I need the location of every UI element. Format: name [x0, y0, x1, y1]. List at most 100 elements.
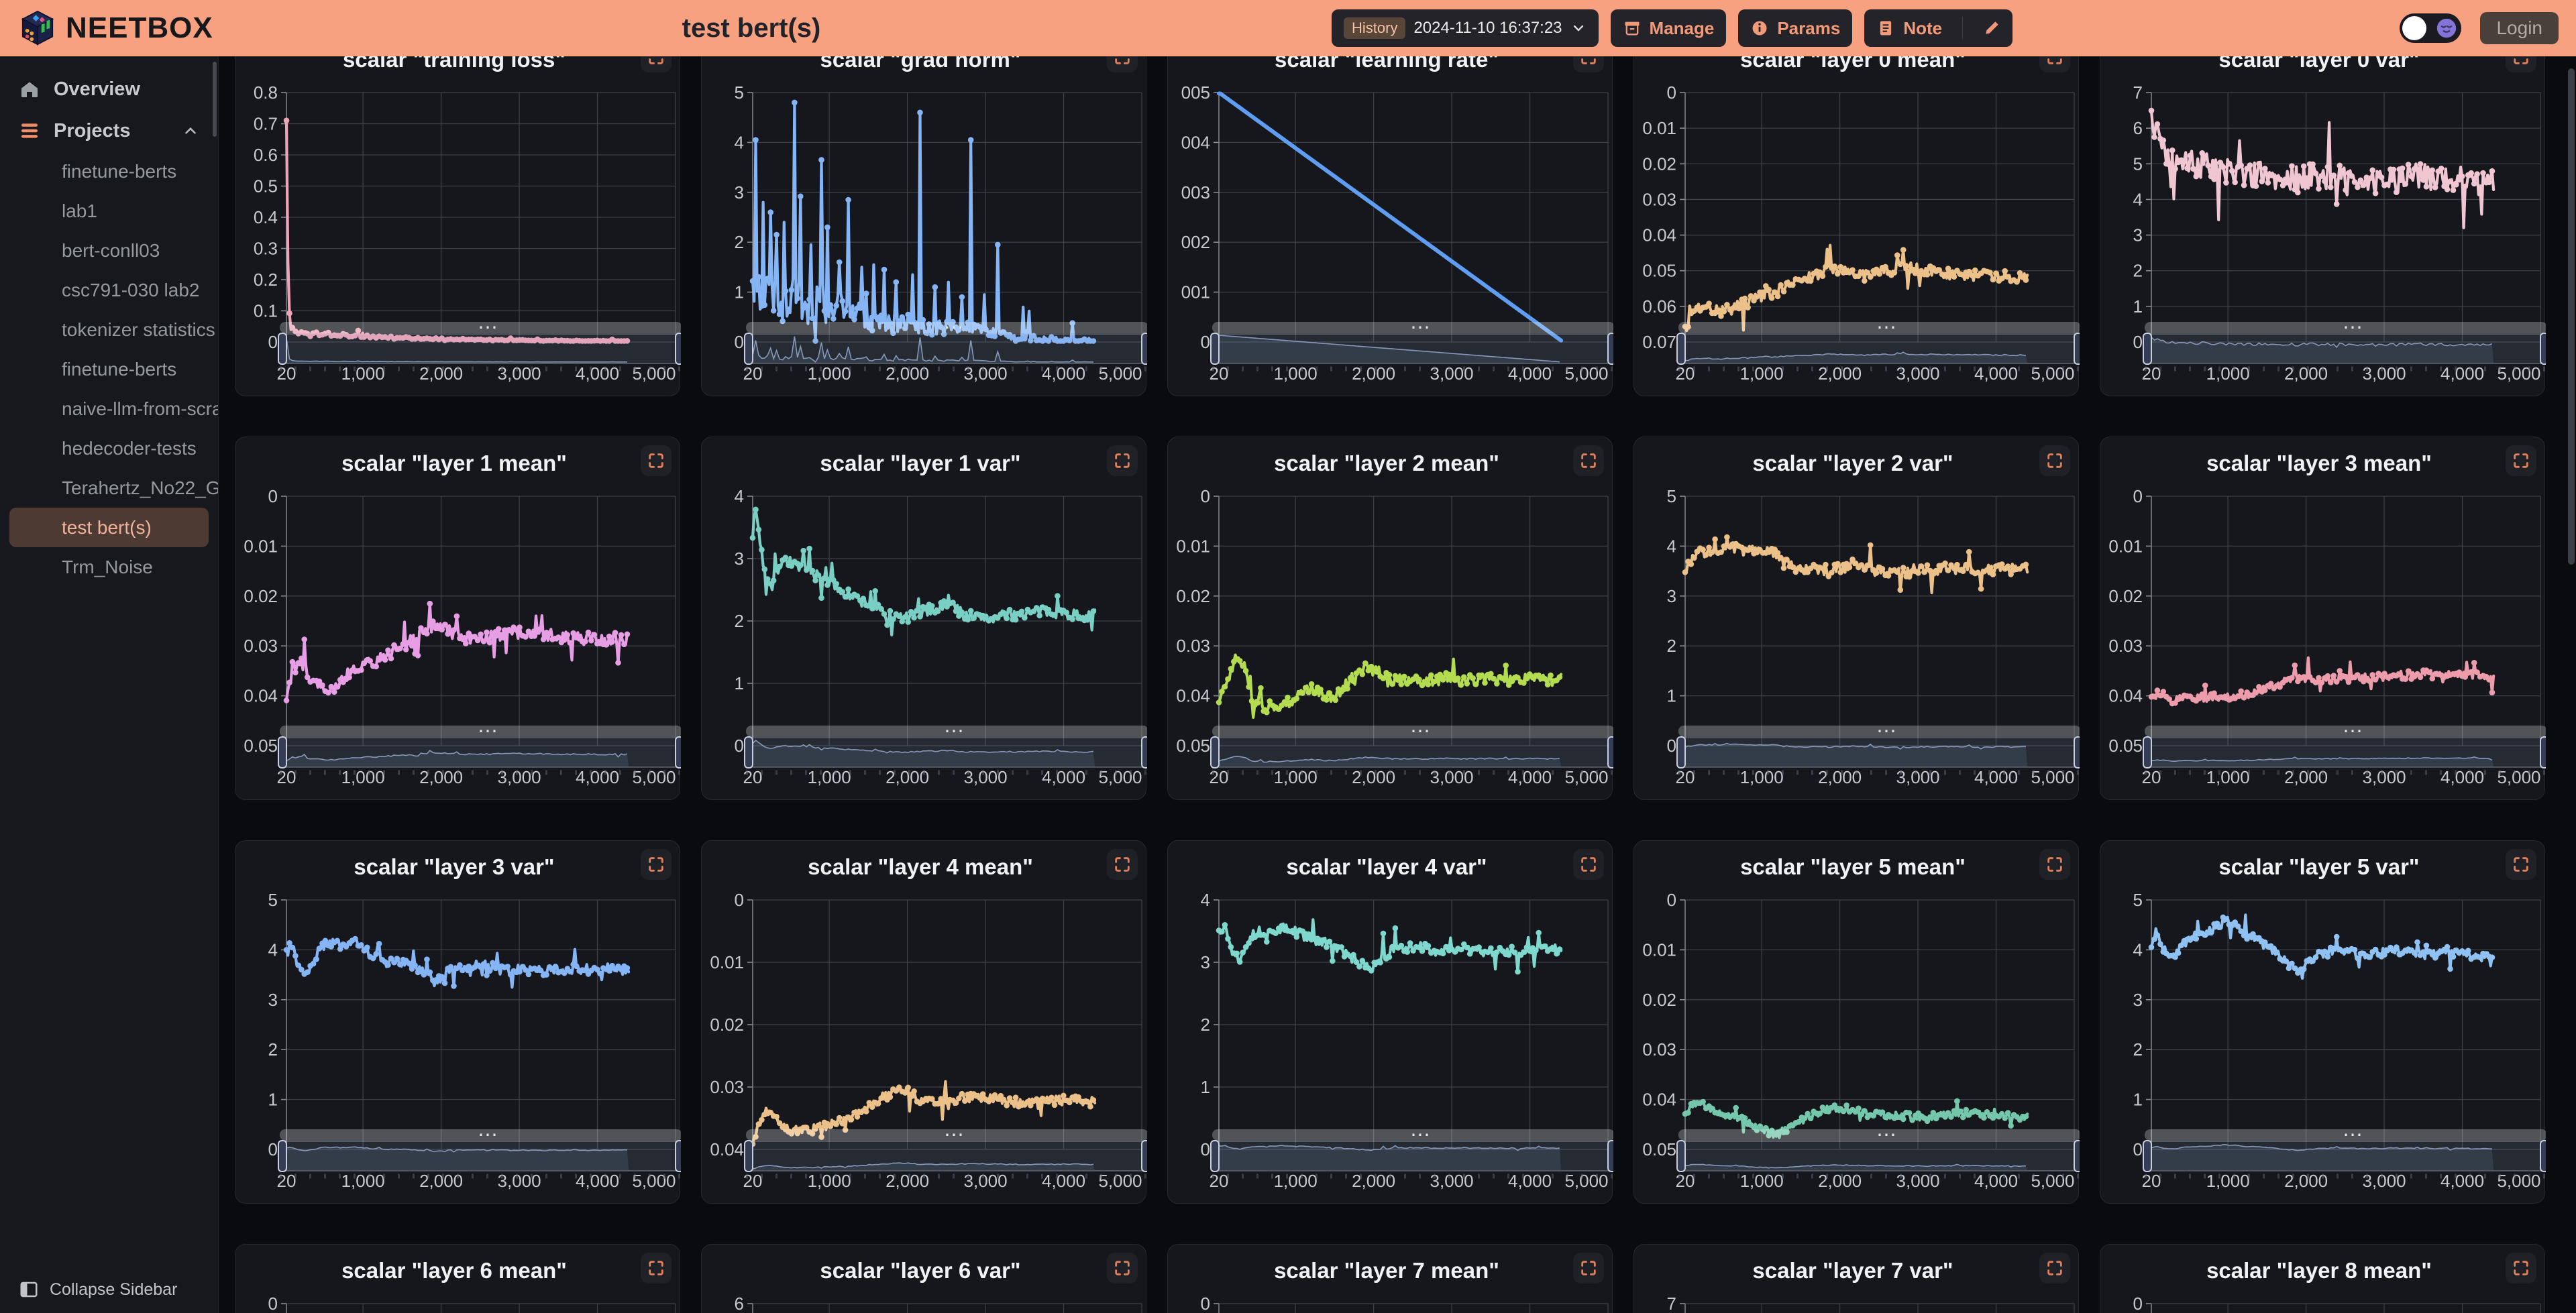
rangeslider-handle-left[interactable] [278, 737, 286, 768]
rangeslider-handle-right[interactable] [2540, 737, 2546, 768]
expand-chart-button[interactable] [1107, 849, 1138, 880]
rangeslider-handle-right[interactable] [1142, 1141, 1147, 1172]
fullscreen-icon [647, 451, 665, 470]
expand-chart-button[interactable] [1107, 56, 1138, 72]
rangeslider-handle-right[interactable] [1142, 333, 1147, 364]
sidebar-project-item[interactable]: test bert(s) [9, 508, 209, 547]
params-button[interactable]: Params [1738, 9, 1852, 47]
manage-button[interactable]: Manage [1611, 9, 1727, 47]
sidebar-project-item[interactable]: tokenizer statistics llama... [0, 310, 218, 349]
rangeslider-handle-left[interactable] [1677, 333, 1685, 364]
series-marker [786, 306, 792, 312]
rangeslider-handle-left[interactable] [1211, 737, 1219, 768]
sidebar-project-item[interactable]: Terahertz_No22_Gl261_gl... [0, 468, 218, 508]
chart-plot-area[interactable]: 00.010.020.030.040.05201,0002,0003,0004,… [2100, 437, 2546, 801]
rangeslider-handle-left[interactable] [1211, 1141, 1219, 1172]
rangeslider-handle-left[interactable] [745, 1141, 753, 1172]
collapse-sidebar-button[interactable]: Collapse Sidebar [0, 1273, 218, 1306]
sidebar-project-item[interactable]: csc791-030 lab2 [0, 270, 218, 310]
sidebar-project-item[interactable]: Trm_Noise [0, 547, 218, 587]
rangeslider-handle-right[interactable] [676, 737, 681, 768]
rangeslider-handle-left[interactable] [745, 737, 753, 768]
x-tick-label: 4,000 [1974, 767, 2018, 787]
sidebar-project-item[interactable]: lab1 [0, 191, 218, 231]
rangeslider-handle-left[interactable] [745, 333, 753, 364]
rangeslider-handle-left[interactable] [278, 333, 286, 364]
edit-note-button[interactable] [1971, 9, 2012, 47]
expand-chart-button[interactable] [2039, 1253, 2070, 1283]
rangeslider-handle-right[interactable] [2074, 737, 2080, 768]
expand-chart-button[interactable] [641, 56, 672, 72]
chart-plot-area[interactable]: 00.010.020.030.040.05201,0002,0003,0004,… [1168, 437, 1613, 801]
sidebar-item-overview[interactable]: Overview [0, 68, 218, 110]
sidebar-project-item[interactable]: naive-llm-from-scratch [0, 389, 218, 429]
page-scrollbar-thumb[interactable] [2568, 68, 2575, 565]
expand-chart-button[interactable] [641, 445, 672, 476]
login-button[interactable]: Login [2480, 12, 2559, 44]
chart-plot-area[interactable]: 0050040030020010201,0002,0003,0004,0005,… [1168, 56, 1613, 397]
series-marker [292, 953, 299, 959]
rangeslider-handle-right[interactable] [676, 1141, 681, 1172]
rangeslider-handle-left[interactable] [2143, 1141, 2151, 1172]
rangeslider-handle-right[interactable] [2540, 1141, 2546, 1172]
chart-plot-area[interactable]: 00.010.020.030.040.05201,0002,0003,0004,… [235, 437, 681, 801]
rangeslider-handle-right[interactable] [676, 333, 681, 364]
rangeslider-handle-left[interactable] [278, 1141, 286, 1172]
chart-plot-area[interactable]: 00.010.020.030.040.05201,0002,0003,0004,… [1634, 841, 2080, 1204]
series-marker [2023, 1114, 2029, 1120]
chart-plot-area[interactable]: 43210201,0002,0003,0004,0005,000 [1168, 841, 1613, 1204]
chart-plot-area[interactable]: 0.80.70.60.50.40.30.20.10201,0002,0003,0… [235, 56, 681, 397]
expand-chart-button[interactable] [1573, 1253, 1604, 1283]
expand-chart-button[interactable] [2506, 56, 2536, 72]
expand-chart-button[interactable] [641, 1253, 672, 1283]
chart-plot-area[interactable]: 543210201,0002,0003,0004,0005,000 [2100, 841, 2546, 1204]
rangeslider-handle-right[interactable] [2074, 1141, 2080, 1172]
y-tick-label: 0.01 [1642, 939, 1676, 960]
dark-mode-toggle[interactable] [2400, 13, 2461, 43]
sidebar-project-item[interactable]: hedecoder-tests [0, 429, 218, 468]
rangeslider-handle-left[interactable] [2143, 333, 2151, 364]
rangeslider-handle-right[interactable] [1608, 333, 1613, 364]
expand-chart-button[interactable] [641, 849, 672, 880]
expand-chart-button[interactable] [1107, 1253, 1138, 1283]
chart-plot-area[interactable]: 00.010.020.030.040.050.060.07201,0002,00… [1634, 56, 2080, 397]
page-scrollbar[interactable] [2568, 60, 2575, 1309]
rangeslider-handle-left[interactable] [2143, 737, 2151, 768]
rangeslider-handle-right[interactable] [1142, 737, 1147, 768]
expand-chart-button[interactable] [2506, 1253, 2536, 1283]
sidebar-project-item[interactable]: finetune-berts [0, 349, 218, 389]
chart-plot-area[interactable]: 76543210201,0002,0003,0004,0005,000 [2100, 56, 2546, 397]
series-marker [905, 1085, 911, 1091]
chart-plot-area[interactable]: 543210201,0002,0003,0004,0005,000 [702, 56, 1147, 397]
chart-plot-area[interactable]: 543210201,0002,0003,0004,0005,000 [235, 841, 681, 1204]
expand-chart-button[interactable] [2039, 849, 2070, 880]
rangeslider-band[interactable] [280, 334, 681, 363]
history-dropdown[interactable]: History 2024-11-10 16:37:23 [1332, 9, 1599, 47]
rangeslider-handle-right[interactable] [2074, 333, 2080, 364]
chart-plot-area[interactable]: 43210201,0002,0003,0004,0005,000 [702, 437, 1147, 801]
sidebar-project-item[interactable]: bert-conll03 [0, 231, 218, 270]
series-marker [1745, 304, 1751, 310]
note-button[interactable]: Note [1864, 9, 1954, 47]
sidebar-item-projects[interactable]: Projects [0, 110, 218, 152]
expand-chart-button[interactable] [2506, 849, 2536, 880]
rangeslider-handle-left[interactable] [1677, 737, 1685, 768]
series-marker [2352, 179, 2358, 185]
expand-chart-button[interactable] [1573, 445, 1604, 476]
expand-chart-button[interactable] [1573, 849, 1604, 880]
expand-chart-button[interactable] [2506, 445, 2536, 476]
rangeslider-handle-right[interactable] [1608, 737, 1613, 768]
chart-plot-area[interactable]: 543210201,0002,0003,0004,0005,000 [1634, 437, 2080, 801]
sidebar-project-item[interactable]: finetune-berts [0, 152, 218, 191]
expand-chart-button[interactable] [1573, 56, 1604, 72]
expand-chart-button[interactable] [1107, 445, 1138, 476]
rangeslider-handle-right[interactable] [2540, 333, 2546, 364]
expand-chart-button[interactable] [2039, 56, 2070, 72]
sidebar-scrollbar-thumb[interactable] [213, 62, 217, 137]
rangeslider-handle-left[interactable] [1211, 333, 1219, 364]
chart-plot-area[interactable]: 00.010.020.030.04201,0002,0003,0004,0005… [702, 841, 1147, 1204]
rangeslider-handle-right[interactable] [1608, 1141, 1613, 1172]
expand-chart-button[interactable] [2039, 445, 2070, 476]
brand[interactable]: NEETBOX [20, 0, 213, 56]
rangeslider-handle-left[interactable] [1677, 1141, 1685, 1172]
